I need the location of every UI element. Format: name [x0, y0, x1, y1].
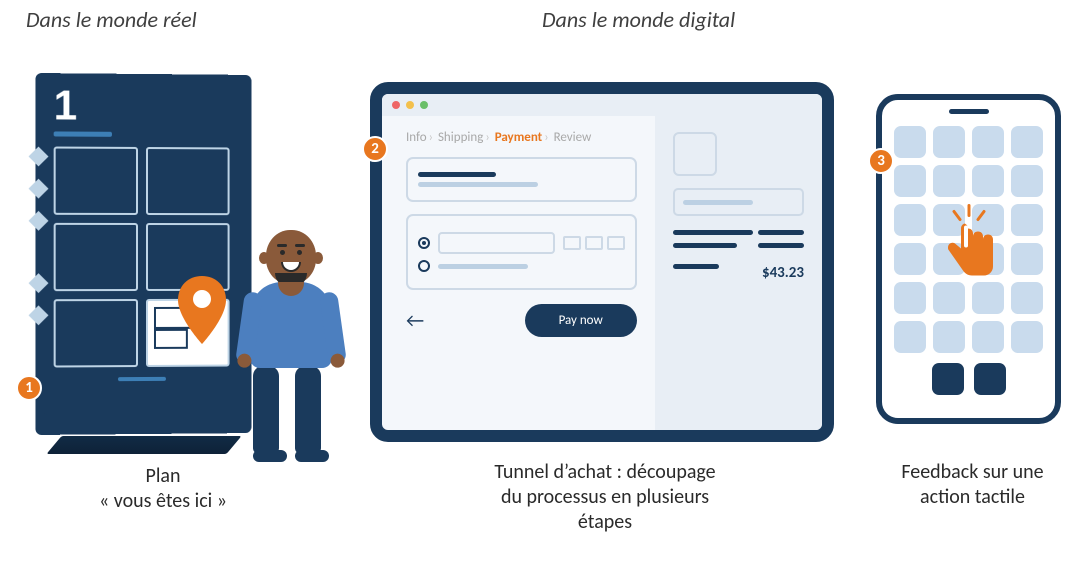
order-summary-sidebar: $43.23 — [655, 116, 822, 430]
heading-real-world: Dans le monde réel — [26, 6, 197, 33]
checkout-breadcrumb: Info› Shipping› Payment› Review — [406, 130, 637, 145]
chevron-right-icon: › — [542, 130, 550, 145]
crumb-info[interactable]: Info — [406, 130, 427, 145]
traffic-light-zoom-icon — [420, 101, 428, 109]
kiosk-legend-icons — [31, 149, 45, 322]
app-icon[interactable] — [1011, 204, 1043, 236]
caption-2: Tunnel d’achat : découpagedu processus e… — [460, 460, 750, 535]
app-icon[interactable] — [1011, 321, 1043, 353]
badge-1: 1 — [16, 375, 42, 401]
app-icon[interactable] — [1011, 165, 1043, 197]
card-brand-icons — [563, 236, 625, 250]
app-icon[interactable] — [894, 204, 926, 236]
location-pin-icon — [176, 276, 228, 344]
card-number-input[interactable] — [438, 232, 555, 254]
dock-app-icon[interactable] — [932, 363, 964, 395]
panel-checkout-tablet: Info› Shipping› Payment› Review — [370, 82, 834, 442]
phone-frame — [876, 94, 1061, 424]
app-icon[interactable] — [1011, 282, 1043, 314]
app-icon[interactable] — [894, 321, 926, 353]
chevron-right-icon: › — [427, 130, 435, 145]
phone-notch — [949, 109, 989, 114]
badge-3: 3 — [868, 148, 894, 174]
crumb-payment-current: Payment — [495, 130, 543, 145]
app-icon[interactable] — [894, 282, 926, 314]
phone-dock — [894, 363, 1043, 395]
app-icon[interactable] — [933, 321, 965, 353]
back-arrow-icon[interactable]: ← — [406, 309, 424, 333]
order-total: $43.23 — [762, 264, 804, 282]
app-icon[interactable] — [894, 243, 926, 275]
app-icon[interactable] — [894, 165, 926, 197]
app-icon[interactable] — [1011, 126, 1043, 158]
promo-code-input[interactable] — [673, 188, 804, 216]
chevron-right-icon: › — [483, 130, 491, 145]
panel-phone-feedback — [876, 94, 1061, 424]
radio-alt-option[interactable] — [418, 260, 430, 272]
kiosk-stand — [46, 436, 241, 454]
product-thumbnail — [673, 132, 717, 176]
crumb-review[interactable]: Review — [554, 130, 592, 145]
app-icon[interactable] — [933, 126, 965, 158]
app-icon[interactable] — [1011, 243, 1043, 275]
app-icon[interactable] — [933, 165, 965, 197]
kiosk-divider — [54, 131, 112, 136]
kiosk-board: 1 — [35, 73, 251, 435]
app-icon[interactable] — [972, 126, 1004, 158]
window-titlebar — [382, 94, 822, 116]
app-icon[interactable] — [972, 321, 1004, 353]
summary-card — [406, 157, 637, 202]
caption-1: Plan« vous êtes ici » — [58, 464, 268, 514]
payment-method-card — [406, 214, 637, 290]
radio-card-option[interactable] — [418, 237, 430, 249]
app-icon[interactable] — [972, 165, 1004, 197]
pay-now-button[interactable]: Pay now — [525, 304, 637, 337]
person-illustration — [236, 220, 346, 480]
dock-app-icon[interactable] — [974, 363, 1006, 395]
caption-3: Feedback sur uneaction tactile — [880, 460, 1065, 510]
panel-real-world-map: 1 — [26, 70, 336, 450]
traffic-light-close-icon — [392, 101, 400, 109]
badge-2: 2 — [362, 136, 388, 162]
kiosk-floor-number: 1 — [54, 81, 230, 130]
heading-digital-world: Dans le monde digital — [542, 6, 735, 33]
tap-hand-icon — [934, 204, 1004, 289]
traffic-light-minimize-icon — [406, 101, 414, 109]
tablet-frame: Info› Shipping› Payment› Review — [370, 82, 834, 442]
crumb-shipping[interactable]: Shipping — [438, 130, 483, 145]
app-icon[interactable] — [894, 126, 926, 158]
